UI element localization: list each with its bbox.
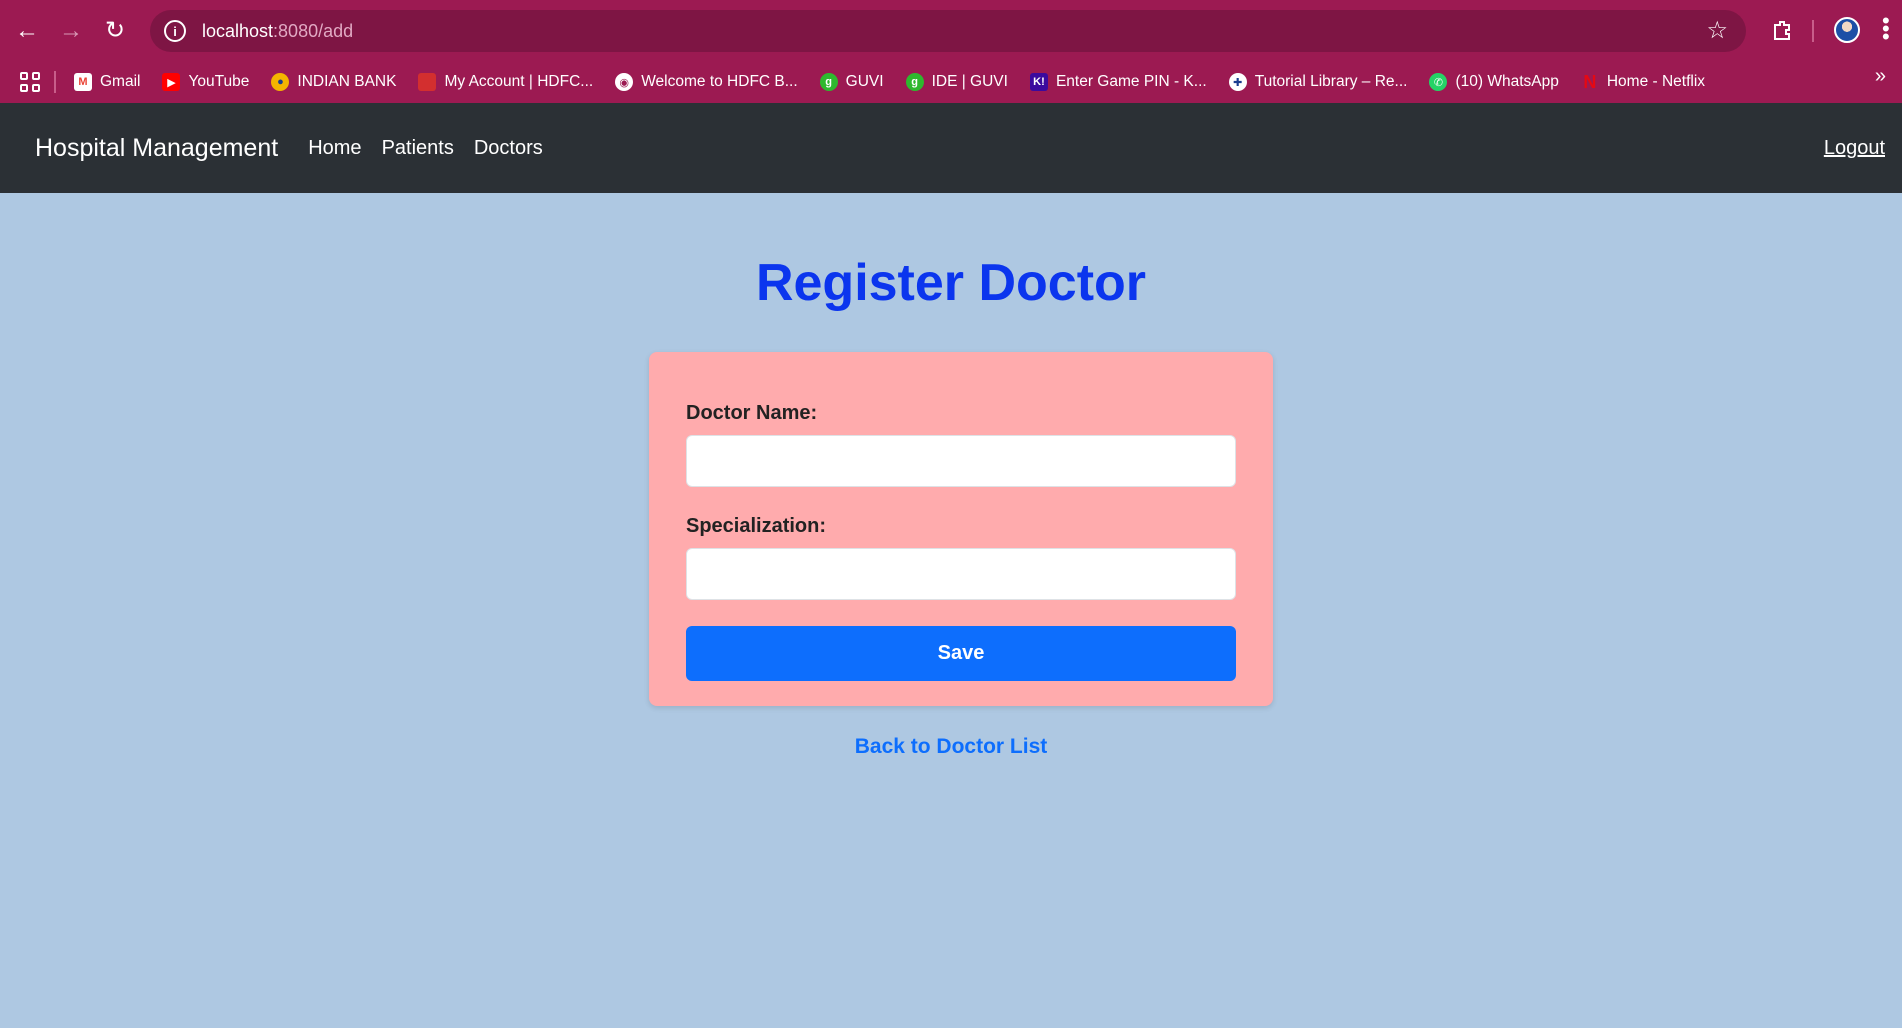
menu-kebab-icon[interactable]: • • • xyxy=(1882,10,1892,48)
back-to-doctor-list-link[interactable]: Back to Doctor List xyxy=(0,735,1902,759)
url-host: localhost xyxy=(202,20,274,41)
register-doctor-form: Doctor Name: Specialization: Save xyxy=(649,352,1273,706)
bookmark-label: Welcome to HDFC B... xyxy=(641,73,798,90)
indian-bank-icon: ● xyxy=(271,73,290,91)
navbar-brand[interactable]: Hospital Management xyxy=(35,134,278,163)
bookmark-tutorial-library[interactable]: ✚ Tutorial Library – Re... xyxy=(1228,73,1408,91)
bookmark-whatsapp[interactable]: ✆ (10) WhatsApp xyxy=(1429,73,1559,91)
bookmark-label: Enter Game PIN - K... xyxy=(1055,73,1207,90)
whatsapp-icon: ✆ xyxy=(1429,73,1448,91)
reload-icon[interactable]: ↻ xyxy=(93,9,137,53)
more-bookmarks-icon[interactable]: » xyxy=(1875,65,1886,88)
guvi-icon: g xyxy=(905,73,924,91)
logout-link[interactable]: Logout xyxy=(1824,137,1885,160)
bookmark-label: Tutorial Library – Re... xyxy=(1254,73,1408,90)
bookmark-hdfc-account[interactable]: My Account | HDFC... xyxy=(418,73,593,91)
bookmark-label: GUVI xyxy=(845,73,884,90)
apps-grid-icon[interactable] xyxy=(20,72,40,92)
bookmark-label: My Account | HDFC... xyxy=(444,73,594,90)
guvi-icon: g xyxy=(819,73,838,91)
site-info-icon[interactable]: i xyxy=(164,20,186,42)
nav-link-patients[interactable]: Patients xyxy=(382,137,454,160)
nav-link-doctors[interactable]: Doctors xyxy=(474,137,543,160)
save-button[interactable]: Save xyxy=(686,626,1236,681)
library-icon: ✚ xyxy=(1228,73,1247,91)
doctor-name-input[interactable] xyxy=(686,435,1236,487)
youtube-icon: ▶ xyxy=(162,73,181,91)
bookmark-hdfc-welcome[interactable]: ◉ Welcome to HDFC B... xyxy=(615,73,798,91)
bookmark-netflix[interactable]: N Home - Netflix xyxy=(1581,71,1706,92)
bookmark-guvi[interactable]: g GUVI xyxy=(819,73,884,91)
hdfc-icon xyxy=(418,73,437,91)
bookmark-label: (10) WhatsApp xyxy=(1455,73,1559,90)
back-arrow-icon[interactable]: ← xyxy=(5,9,49,53)
globe-icon: ◉ xyxy=(615,73,634,91)
kahoot-icon: K! xyxy=(1029,73,1048,91)
extensions-icon[interactable] xyxy=(1760,8,1804,52)
bookmark-label: Gmail xyxy=(100,73,141,90)
nav-link-home[interactable]: Home xyxy=(308,137,361,160)
toolbar-divider xyxy=(1812,20,1814,42)
specialization-label: Specialization: xyxy=(686,515,827,537)
bookmark-label: INDIAN BANK xyxy=(297,73,397,90)
url-path: :8080/add xyxy=(273,20,354,41)
bookmark-youtube[interactable]: ▶ YouTube xyxy=(162,73,249,91)
browser-chrome: ← → ↻ i localhost:8080/add ☆ • • • M Gmail… xyxy=(0,0,1902,103)
app-navbar: Hospital Management Home Patients Doctor… xyxy=(0,103,1902,193)
bookmark-label: IDE | GUVI xyxy=(931,73,1008,90)
bookmark-label: YouTube xyxy=(188,73,250,90)
page-title: Register Doctor xyxy=(755,254,1147,312)
bookmarks-divider xyxy=(54,71,56,93)
bookmarks-bar: M Gmail ▶ YouTube ● INDIAN BANK My Accou… xyxy=(0,61,1902,103)
forward-arrow-icon[interactable]: → xyxy=(49,9,93,53)
bookmark-star-icon[interactable]: ☆ xyxy=(1706,16,1728,45)
bookmark-label: Home - Netflix xyxy=(1606,73,1706,90)
bookmark-indian-bank[interactable]: ● INDIAN BANK xyxy=(271,73,396,91)
bookmark-gmail[interactable]: M Gmail xyxy=(74,73,140,91)
bookmark-ide-guvi[interactable]: g IDE | GUVI xyxy=(905,73,1008,91)
specialization-input[interactable] xyxy=(686,548,1236,600)
browser-toolbar: ← → ↻ i localhost:8080/add ☆ • • • xyxy=(0,0,1902,61)
gmail-icon: M xyxy=(74,73,92,91)
bookmark-kahoot[interactable]: K! Enter Game PIN - K... xyxy=(1029,73,1207,91)
profile-avatar[interactable] xyxy=(1834,17,1860,43)
doctor-name-label: Doctor Name: xyxy=(686,402,818,424)
netflix-icon: N xyxy=(1583,71,1597,92)
address-bar[interactable]: i localhost:8080/add ☆ xyxy=(150,10,1746,52)
